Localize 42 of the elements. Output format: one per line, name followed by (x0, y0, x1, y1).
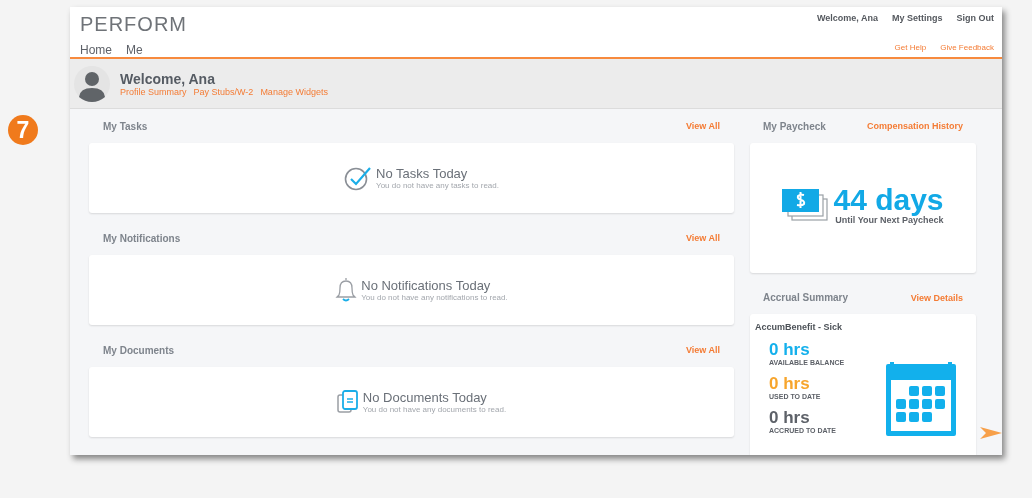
money-icon (782, 189, 829, 221)
nav-link[interactable]: Home (80, 43, 112, 57)
hours-value: 0 hrs (769, 375, 811, 392)
widget-title: My Paycheck (763, 120, 826, 132)
step-badge: 7 (8, 115, 38, 145)
widget-title: My Notifications (103, 232, 181, 244)
view-all-link[interactable]: View All (686, 121, 720, 131)
empty-message: You do not have any tasks to read. (376, 180, 499, 190)
compensation-history-link[interactable]: Compensation History (867, 121, 963, 131)
help-link[interactable]: Give Feedback (940, 43, 994, 52)
view-details-link[interactable]: View Details (910, 292, 963, 303)
benefit-name: AccumBenefit - Sick (755, 322, 844, 332)
welcome-heading: Welcome, Ana (120, 70, 216, 87)
logo: PERFORM (80, 13, 187, 36)
empty-title: No Tasks Today (376, 166, 468, 181)
paycheck-caption: Until Your Next Paycheck (834, 215, 944, 225)
empty-title: No Documents Today (362, 390, 488, 405)
help-link[interactable]: Get Help (894, 43, 927, 52)
view-all-link[interactable]: View All (686, 345, 720, 355)
empty-title: No Notifications Today (361, 278, 492, 293)
bell-icon (335, 277, 358, 303)
profile-link[interactable]: Manage Widgets (260, 86, 328, 97)
check-circle-icon (344, 165, 373, 191)
profile-link[interactable]: Profile Summary (120, 86, 187, 97)
empty-message: You do not have any notifications to read. (361, 292, 508, 302)
widget-title: My Documents (103, 344, 175, 356)
hours-value: 0 hrs (769, 409, 811, 426)
account-link[interactable]: My Settings (892, 13, 943, 23)
arrow-icon (980, 427, 1002, 439)
widget-title: My Tasks (103, 120, 148, 132)
view-all-link[interactable]: View All (686, 233, 720, 243)
days-count: 44 days (833, 185, 944, 215)
hours-value: 0 hrs (769, 341, 811, 358)
profile-link[interactable]: Pay Stubs/W-2 (193, 86, 254, 97)
empty-message: You do not have any documents to read. (362, 404, 507, 414)
widget-title: Accrual Summary (763, 292, 849, 303)
nav-link[interactable]: Me (126, 43, 143, 57)
account-link[interactable]: Welcome, Ana (816, 13, 878, 23)
account-link[interactable]: Sign Out (956, 13, 994, 23)
calendar-icon (886, 362, 957, 436)
document-icon (336, 390, 359, 414)
avatar-icon (74, 65, 110, 102)
